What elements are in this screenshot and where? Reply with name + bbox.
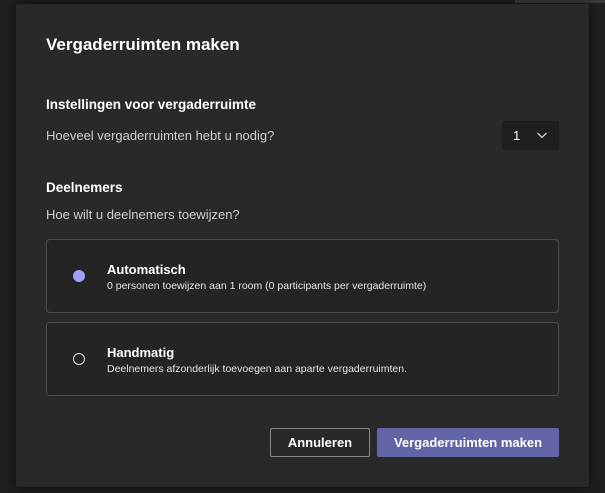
option-manual-description: Deelnemers afzonderlijk toevoegen aan ap… [107, 363, 408, 375]
radio-automatic-selected[interactable] [73, 270, 85, 282]
create-breakout-rooms-dialog: Vergaderruimten maken Instellingen voor … [16, 4, 589, 487]
option-automatic-description: 0 personen toewijzen aan 1 room (0 parti… [107, 280, 427, 292]
option-automatic-title: Automatisch [107, 262, 186, 277]
participants-question: Hoe wilt u deelnemers toewijzen? [46, 207, 240, 222]
dialog-title: Vergaderruimten maken [46, 35, 240, 54]
option-automatic[interactable]: Automatisch 0 personen toewijzen aan 1 r… [46, 239, 559, 313]
room-count-question: Hoeveel vergaderruimten hebt u nodig? [46, 128, 275, 143]
option-manual-title: Handmatig [107, 345, 175, 360]
radio-manual-unselected[interactable] [73, 353, 85, 365]
room-count-value: 1 [513, 128, 521, 143]
cancel-button[interactable]: Annuleren [270, 428, 370, 457]
participants-heading: Deelnemers [46, 180, 123, 195]
create-rooms-button[interactable]: Vergaderruimten maken [377, 428, 559, 457]
room-count-select[interactable]: 1 [502, 121, 559, 150]
chevron-down-icon [537, 132, 547, 139]
backdrop-top-edge [515, 0, 605, 3]
option-manual[interactable]: Handmatig Deelnemers afzonderlijk toevoe… [46, 322, 559, 396]
room-settings-heading: Instellingen voor vergaderruimte [46, 97, 257, 112]
